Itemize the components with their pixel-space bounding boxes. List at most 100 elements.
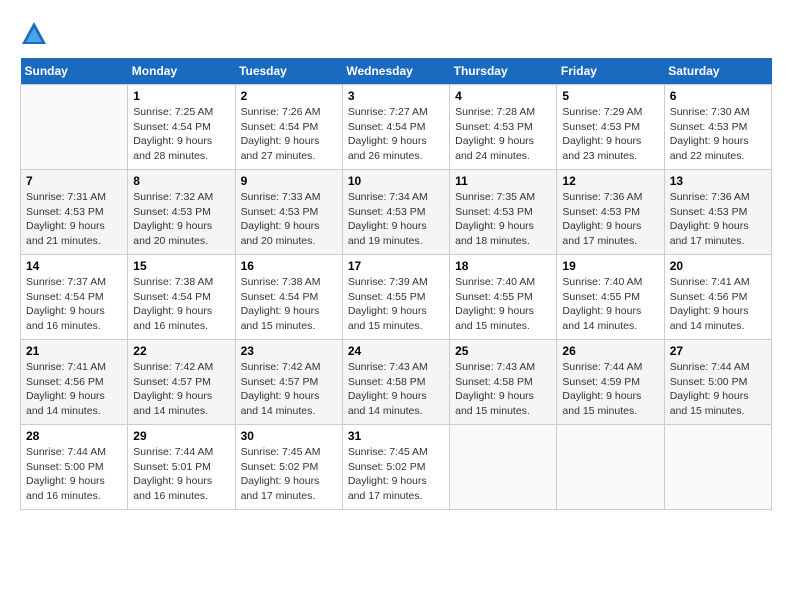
calendar-day-cell — [557, 425, 664, 510]
calendar-day-cell: 22 Sunrise: 7:42 AM Sunset: 4:57 PM Dayli… — [128, 340, 235, 425]
calendar-day-cell: 23 Sunrise: 7:42 AM Sunset: 4:57 PM Dayli… — [235, 340, 342, 425]
day-number: 7 — [26, 174, 122, 188]
day-number: 9 — [241, 174, 337, 188]
day-number: 5 — [562, 89, 658, 103]
day-info: Sunrise: 7:36 AM Sunset: 4:53 PM Dayligh… — [562, 190, 658, 249]
day-number: 26 — [562, 344, 658, 358]
day-number: 1 — [133, 89, 229, 103]
logo-icon — [20, 20, 48, 48]
day-info: Sunrise: 7:33 AM Sunset: 4:53 PM Dayligh… — [241, 190, 337, 249]
day-number: 22 — [133, 344, 229, 358]
day-number: 30 — [241, 429, 337, 443]
day-info: Sunrise: 7:42 AM Sunset: 4:57 PM Dayligh… — [133, 360, 229, 419]
day-number: 20 — [670, 259, 766, 273]
day-info: Sunrise: 7:45 AM Sunset: 5:02 PM Dayligh… — [348, 445, 444, 504]
day-number: 2 — [241, 89, 337, 103]
day-number: 8 — [133, 174, 229, 188]
calendar-day-cell: 24 Sunrise: 7:43 AM Sunset: 4:58 PM Dayli… — [342, 340, 449, 425]
calendar-day-cell: 21 Sunrise: 7:41 AM Sunset: 4:56 PM Dayli… — [21, 340, 128, 425]
day-number: 15 — [133, 259, 229, 273]
day-info: Sunrise: 7:43 AM Sunset: 4:58 PM Dayligh… — [455, 360, 551, 419]
day-info: Sunrise: 7:29 AM Sunset: 4:53 PM Dayligh… — [562, 105, 658, 164]
day-number: 24 — [348, 344, 444, 358]
day-info: Sunrise: 7:39 AM Sunset: 4:55 PM Dayligh… — [348, 275, 444, 334]
calendar-week-row: 1 Sunrise: 7:25 AM Sunset: 4:54 PM Daylig… — [21, 85, 772, 170]
calendar-day-cell: 4 Sunrise: 7:28 AM Sunset: 4:53 PM Daylig… — [450, 85, 557, 170]
day-info: Sunrise: 7:41 AM Sunset: 4:56 PM Dayligh… — [26, 360, 122, 419]
day-info: Sunrise: 7:37 AM Sunset: 4:54 PM Dayligh… — [26, 275, 122, 334]
day-number: 4 — [455, 89, 551, 103]
day-number: 21 — [26, 344, 122, 358]
calendar-week-row: 28 Sunrise: 7:44 AM Sunset: 5:00 PM Dayli… — [21, 425, 772, 510]
day-number: 16 — [241, 259, 337, 273]
calendar-day-cell: 8 Sunrise: 7:32 AM Sunset: 4:53 PM Daylig… — [128, 170, 235, 255]
day-info: Sunrise: 7:25 AM Sunset: 4:54 PM Dayligh… — [133, 105, 229, 164]
day-number: 18 — [455, 259, 551, 273]
day-info: Sunrise: 7:38 AM Sunset: 4:54 PM Dayligh… — [241, 275, 337, 334]
day-number: 31 — [348, 429, 444, 443]
day-info: Sunrise: 7:44 AM Sunset: 5:01 PM Dayligh… — [133, 445, 229, 504]
calendar-day-cell: 17 Sunrise: 7:39 AM Sunset: 4:55 PM Dayli… — [342, 255, 449, 340]
calendar-day-cell: 3Sunrise: 7:27 AM Sunset: 4:54 PM Daylig… — [342, 85, 449, 170]
calendar-day-header: Wednesday — [342, 58, 449, 85]
day-number: 29 — [133, 429, 229, 443]
day-number: 27 — [670, 344, 766, 358]
day-info: Sunrise: 7:30 AM Sunset: 4:53 PM Dayligh… — [670, 105, 766, 164]
calendar-day-header: Friday — [557, 58, 664, 85]
calendar-week-row: 21 Sunrise: 7:41 AM Sunset: 4:56 PM Dayli… — [21, 340, 772, 425]
calendar-week-row: 7Sunrise: 7:31 AM Sunset: 4:53 PM Daylig… — [21, 170, 772, 255]
calendar-day-cell: 28 Sunrise: 7:44 AM Sunset: 5:00 PM Dayli… — [21, 425, 128, 510]
calendar-day-cell: 1 Sunrise: 7:25 AM Sunset: 4:54 PM Daylig… — [128, 85, 235, 170]
day-info: Sunrise: 7:42 AM Sunset: 4:57 PM Dayligh… — [241, 360, 337, 419]
calendar-day-cell: 16 Sunrise: 7:38 AM Sunset: 4:54 PM Dayli… — [235, 255, 342, 340]
day-number: 13 — [670, 174, 766, 188]
calendar-day-header: Sunday — [21, 58, 128, 85]
day-info: Sunrise: 7:34 AM Sunset: 4:53 PM Dayligh… — [348, 190, 444, 249]
calendar-header-row: SundayMondayTuesdayWednesdayThursdayFrid… — [21, 58, 772, 85]
day-number: 25 — [455, 344, 551, 358]
day-number: 6 — [670, 89, 766, 103]
day-info: Sunrise: 7:27 AM Sunset: 4:54 PM Dayligh… — [348, 105, 444, 164]
day-info: Sunrise: 7:44 AM Sunset: 4:59 PM Dayligh… — [562, 360, 658, 419]
day-number: 11 — [455, 174, 551, 188]
calendar-table: SundayMondayTuesdayWednesdayThursdayFrid… — [20, 58, 772, 510]
day-info: Sunrise: 7:32 AM Sunset: 4:53 PM Dayligh… — [133, 190, 229, 249]
calendar-day-cell: 27 Sunrise: 7:44 AM Sunset: 5:00 PM Dayli… — [664, 340, 771, 425]
calendar-day-cell: 25 Sunrise: 7:43 AM Sunset: 4:58 PM Dayli… — [450, 340, 557, 425]
page-header — [20, 20, 772, 48]
calendar-day-cell — [450, 425, 557, 510]
calendar-day-cell: 29 Sunrise: 7:44 AM Sunset: 5:01 PM Dayli… — [128, 425, 235, 510]
calendar-day-cell: 12 Sunrise: 7:36 AM Sunset: 4:53 PM Dayli… — [557, 170, 664, 255]
day-info: Sunrise: 7:40 AM Sunset: 4:55 PM Dayligh… — [455, 275, 551, 334]
day-info: Sunrise: 7:44 AM Sunset: 5:00 PM Dayligh… — [26, 445, 122, 504]
calendar-day-header: Saturday — [664, 58, 771, 85]
day-info: Sunrise: 7:36 AM Sunset: 4:53 PM Dayligh… — [670, 190, 766, 249]
calendar-day-cell: 10 Sunrise: 7:34 AM Sunset: 4:53 PM Dayli… — [342, 170, 449, 255]
calendar-day-cell — [664, 425, 771, 510]
calendar-day-cell: 18 Sunrise: 7:40 AM Sunset: 4:55 PM Dayli… — [450, 255, 557, 340]
calendar-day-cell: 11Sunrise: 7:35 AM Sunset: 4:53 PM Dayli… — [450, 170, 557, 255]
calendar-week-row: 14Sunrise: 7:37 AM Sunset: 4:54 PM Dayli… — [21, 255, 772, 340]
day-number: 10 — [348, 174, 444, 188]
day-info: Sunrise: 7:45 AM Sunset: 5:02 PM Dayligh… — [241, 445, 337, 504]
calendar-day-header: Thursday — [450, 58, 557, 85]
calendar-day-cell: 2 Sunrise: 7:26 AM Sunset: 4:54 PM Daylig… — [235, 85, 342, 170]
day-info: Sunrise: 7:28 AM Sunset: 4:53 PM Dayligh… — [455, 105, 551, 164]
calendar-day-cell: 30 Sunrise: 7:45 AM Sunset: 5:02 PM Dayli… — [235, 425, 342, 510]
calendar-day-cell: 20Sunrise: 7:41 AM Sunset: 4:56 PM Dayli… — [664, 255, 771, 340]
calendar-day-cell: 9 Sunrise: 7:33 AM Sunset: 4:53 PM Daylig… — [235, 170, 342, 255]
calendar-day-header: Tuesday — [235, 58, 342, 85]
day-info: Sunrise: 7:44 AM Sunset: 5:00 PM Dayligh… — [670, 360, 766, 419]
calendar-day-cell: 15Sunrise: 7:38 AM Sunset: 4:54 PM Dayli… — [128, 255, 235, 340]
day-number: 23 — [241, 344, 337, 358]
day-info: Sunrise: 7:26 AM Sunset: 4:54 PM Dayligh… — [241, 105, 337, 164]
day-info: Sunrise: 7:40 AM Sunset: 4:55 PM Dayligh… — [562, 275, 658, 334]
calendar-day-cell — [21, 85, 128, 170]
calendar-day-cell: 14Sunrise: 7:37 AM Sunset: 4:54 PM Dayli… — [21, 255, 128, 340]
calendar-day-cell: 6 Sunrise: 7:30 AM Sunset: 4:53 PM Daylig… — [664, 85, 771, 170]
day-number: 28 — [26, 429, 122, 443]
day-info: Sunrise: 7:43 AM Sunset: 4:58 PM Dayligh… — [348, 360, 444, 419]
logo — [20, 20, 52, 48]
day-number: 12 — [562, 174, 658, 188]
day-number: 17 — [348, 259, 444, 273]
